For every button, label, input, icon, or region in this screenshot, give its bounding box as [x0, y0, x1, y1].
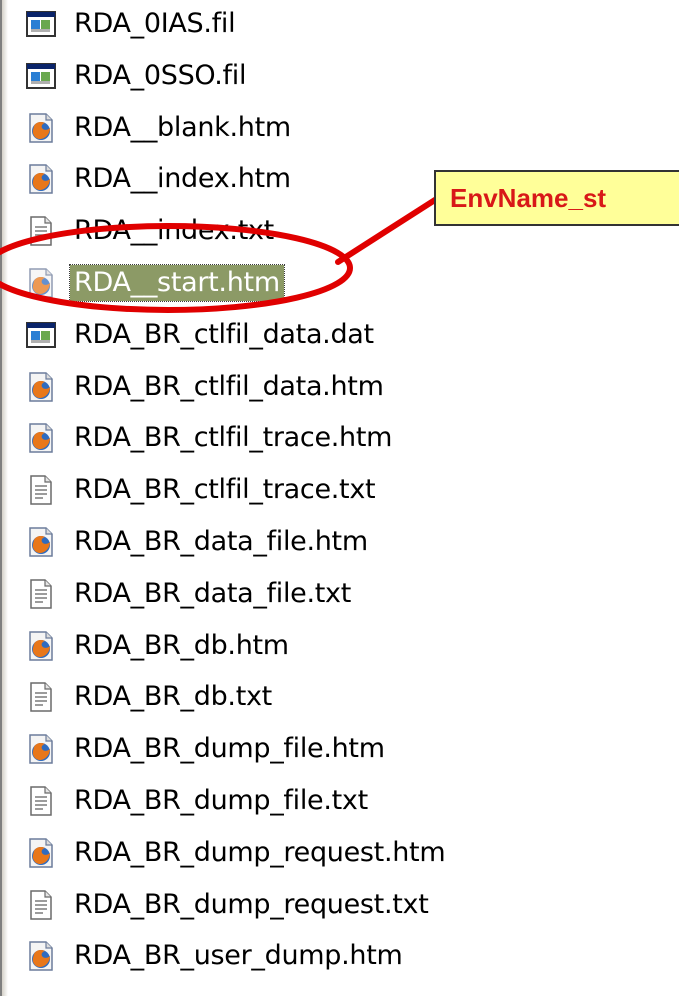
file-name-label: RDA__blank.htm [74, 111, 291, 143]
file-list-item[interactable]: RDA_BR_db.txt [24, 677, 624, 717]
file-list-item[interactable]: RDA_BR_data_file.txt [24, 574, 624, 614]
file-list-item[interactable]: RDA_BR_dump_file.htm [24, 729, 624, 769]
file-name-label: RDA_BR_dump_file.txt [74, 785, 368, 816]
annotation-callout: EnvName_st [434, 170, 679, 226]
file-name-label: RDA_BR_dump_request.htm [74, 836, 446, 868]
file-name-label: RDA_BR_ctlfil_trace.htm [74, 422, 393, 454]
file-list-item[interactable]: RDA_BR_dump_request.txt [24, 885, 624, 925]
text-file-icon [24, 680, 58, 714]
callout-text: EnvName_st [450, 182, 607, 213]
file-list-item[interactable]: RDA_BR_dump_request.htm [24, 833, 624, 873]
file-list-item[interactable]: RDA_BR_ctlfil_data.dat [24, 315, 624, 355]
file-name-label: RDA_BR_ctlfil_data.htm [74, 370, 384, 402]
fil-file-icon [24, 7, 58, 41]
file-list-item[interactable]: RDA__start.htm [24, 263, 624, 303]
file-name-label: RDA__start.htm [69, 264, 285, 302]
firefox-htm-icon [24, 732, 58, 766]
file-list-item[interactable]: RDA_0IAS.fil [24, 4, 624, 44]
firefox-htm-icon [24, 162, 58, 196]
file-name-label: RDA_BR_db.txt [74, 681, 272, 713]
firefox-htm-icon [24, 836, 58, 870]
file-name-label: RDA_BR_data_file.htm [74, 526, 368, 557]
fil-file-icon [24, 318, 58, 352]
file-list-item[interactable]: RDA_BR_ctlfil_data.htm [24, 367, 624, 407]
file-list-item[interactable]: RDA_BR_dump_file.txt [24, 781, 624, 821]
file-list-item[interactable]: RDA_BR_ctlfil_trace.txt [24, 470, 624, 510]
text-file-icon [24, 214, 58, 248]
file-name-label: RDA_BR_dump_request.txt [74, 888, 429, 920]
file-list-item[interactable]: RDA_0SSO.fil [24, 56, 624, 96]
file-name-label: RDA_0SSO.fil [74, 59, 247, 91]
firefox-htm-icon [24, 525, 58, 559]
file-name-label: RDA__index.htm [74, 163, 291, 195]
text-file-icon [24, 784, 58, 818]
text-file-icon [24, 888, 58, 922]
file-list-item[interactable]: RDA_BR_db.htm [24, 626, 624, 666]
file-list-pane: RDA_0IAS.fil RDA_0SSO.fil RDA__blank.htm… [0, 0, 679, 996]
firefox-htm-icon [24, 939, 58, 973]
file-name-label: RDA_BR_data_file.txt [74, 577, 351, 609]
firefox-htm-icon [24, 629, 58, 663]
fil-file-icon [24, 59, 58, 93]
text-file-icon [24, 577, 58, 611]
file-name-label: RDA_BR_db.htm [74, 629, 289, 661]
file-name-label: RDA__index.txt [74, 215, 274, 247]
file-name-label: RDA_BR_ctlfil_data.dat [74, 318, 374, 350]
firefox-htm-icon [24, 266, 58, 300]
file-list-item[interactable]: RDA_BR_ctlfil_trace.htm [24, 418, 624, 458]
file-name-label: RDA_BR_user_dump.htm [74, 940, 403, 972]
file-name-label: RDA_0IAS.fil [74, 8, 236, 39]
firefox-htm-icon [24, 421, 58, 455]
text-file-icon [24, 473, 58, 507]
file-name-label: RDA_BR_ctlfil_trace.txt [74, 474, 376, 506]
file-list-item[interactable]: RDA_BR_data_file.htm [24, 522, 624, 562]
firefox-htm-icon [24, 111, 58, 145]
firefox-htm-icon [24, 370, 58, 404]
file-list-item[interactable]: RDA_BR_user_dump.htm [24, 936, 624, 976]
file-list-item[interactable]: RDA__blank.htm [24, 108, 624, 148]
file-name-label: RDA_BR_dump_file.htm [74, 733, 385, 765]
